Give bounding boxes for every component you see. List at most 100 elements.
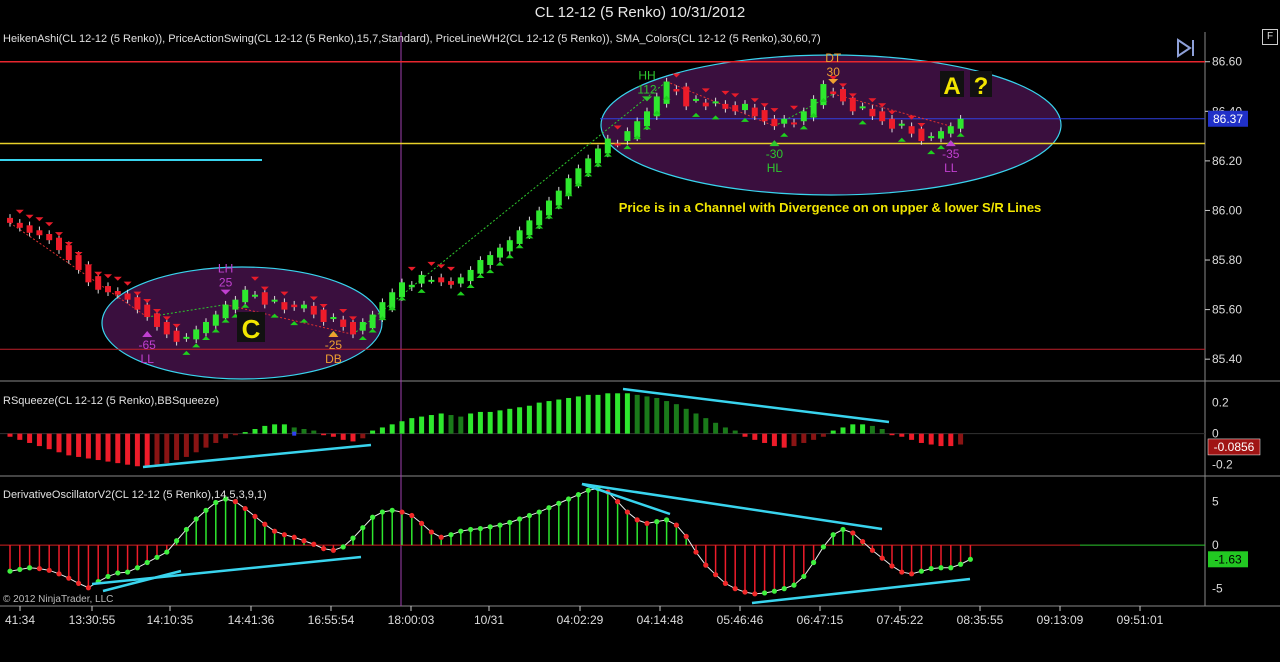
candle[interactable] xyxy=(448,281,454,285)
squeeze-bar[interactable] xyxy=(428,415,434,434)
candle[interactable] xyxy=(428,279,435,282)
candle[interactable] xyxy=(467,269,474,282)
candle[interactable] xyxy=(252,294,258,297)
squeeze-bar[interactable] xyxy=(448,415,454,434)
oscillator-point[interactable] xyxy=(869,547,876,553)
oscillator-point[interactable] xyxy=(918,568,925,574)
candle[interactable] xyxy=(75,255,82,270)
squeeze-bar[interactable] xyxy=(928,433,934,445)
candle[interactable] xyxy=(595,148,601,164)
candle[interactable] xyxy=(163,321,170,335)
squeeze-bar[interactable] xyxy=(66,433,72,456)
oscillator-point[interactable] xyxy=(673,522,680,528)
candle[interactable] xyxy=(301,304,307,309)
squeeze-bar[interactable] xyxy=(918,433,924,443)
oscillator-point[interactable] xyxy=(36,565,43,572)
candle[interactable] xyxy=(918,128,925,142)
squeeze-bar[interactable] xyxy=(860,424,866,434)
oscillator-point[interactable] xyxy=(448,532,454,538)
candle[interactable] xyxy=(379,302,386,319)
candle[interactable] xyxy=(781,118,788,124)
oscillator-point[interactable] xyxy=(820,544,827,550)
oscillator-point[interactable] xyxy=(693,549,699,555)
squeeze-bar[interactable] xyxy=(889,433,895,436)
candle[interactable] xyxy=(320,309,327,322)
squeeze-bar[interactable] xyxy=(909,433,915,440)
oscillator-point[interactable] xyxy=(419,520,425,526)
candle[interactable] xyxy=(742,103,748,111)
candle[interactable] xyxy=(947,126,954,134)
oscillator-point[interactable] xyxy=(389,507,395,513)
candle[interactable] xyxy=(271,299,278,302)
oscillator-point[interactable] xyxy=(517,516,523,522)
candle[interactable] xyxy=(928,136,935,139)
squeeze-bar[interactable] xyxy=(389,424,395,434)
candle[interactable] xyxy=(957,118,964,129)
oscillator-point[interactable] xyxy=(281,532,287,538)
candle[interactable] xyxy=(938,131,944,139)
oscillator-point[interactable] xyxy=(144,559,150,566)
candle[interactable] xyxy=(849,97,856,112)
oscillator-point[interactable] xyxy=(938,565,944,571)
candle[interactable] xyxy=(791,122,797,125)
oscillator-point[interactable] xyxy=(615,499,621,505)
oscillator-point[interactable] xyxy=(164,549,170,555)
squeeze-bar[interactable] xyxy=(820,433,826,437)
squeeze-bar[interactable] xyxy=(722,427,728,434)
candle[interactable] xyxy=(898,123,905,126)
oscillator-point[interactable] xyxy=(17,566,23,573)
oscillator-point[interactable] xyxy=(585,487,591,493)
oscillator-point[interactable] xyxy=(477,525,483,532)
squeeze-bar[interactable] xyxy=(134,433,140,467)
squeeze-bar[interactable] xyxy=(605,393,611,434)
squeeze-bar[interactable] xyxy=(105,433,111,462)
oscillator-point[interactable] xyxy=(301,538,307,544)
squeeze-bar[interactable] xyxy=(223,433,229,439)
squeeze-bar[interactable] xyxy=(232,433,238,436)
oscillator-point[interactable] xyxy=(7,568,13,574)
oscillator-point[interactable] xyxy=(291,534,297,540)
candle[interactable] xyxy=(350,321,356,335)
candle[interactable] xyxy=(134,297,141,310)
candle[interactable] xyxy=(536,210,543,226)
oscillator-point[interactable] xyxy=(27,565,33,571)
squeeze-bar[interactable] xyxy=(311,430,317,434)
squeeze-bar[interactable] xyxy=(321,433,327,436)
candle[interactable] xyxy=(56,237,62,251)
oscillator-point[interactable] xyxy=(487,524,493,530)
oscillator-point[interactable] xyxy=(801,573,807,580)
candle[interactable] xyxy=(477,260,484,274)
squeeze-bar[interactable] xyxy=(17,433,23,440)
oscillator-point[interactable] xyxy=(879,555,885,561)
squeeze-bar[interactable] xyxy=(56,433,62,453)
squeeze-bar[interactable] xyxy=(634,394,640,434)
oscillator-point[interactable] xyxy=(771,588,778,594)
oscillator-point[interactable] xyxy=(134,565,140,571)
candle[interactable] xyxy=(604,138,611,154)
squeeze-bar[interactable] xyxy=(409,418,415,434)
squeeze-bar[interactable] xyxy=(752,433,758,440)
candle[interactable] xyxy=(644,111,650,127)
squeeze-bar[interactable] xyxy=(281,424,287,434)
squeeze-bar[interactable] xyxy=(585,394,591,434)
oscillator-point[interactable] xyxy=(811,559,817,566)
candle[interactable] xyxy=(840,89,846,102)
candle[interactable] xyxy=(555,190,562,206)
oscillator-point[interactable] xyxy=(193,516,199,522)
oscillator-point[interactable] xyxy=(262,521,268,527)
squeeze-bar[interactable] xyxy=(76,433,82,457)
candle[interactable] xyxy=(526,220,533,236)
squeeze-bar[interactable] xyxy=(566,397,572,434)
squeeze-bar[interactable] xyxy=(164,433,170,464)
oscillator-point[interactable] xyxy=(174,538,180,544)
squeeze-bar[interactable] xyxy=(879,429,885,434)
candle[interactable] xyxy=(359,321,366,331)
squeeze-bar[interactable] xyxy=(193,433,199,453)
oscillator-point[interactable] xyxy=(66,575,72,581)
squeeze-bar[interactable] xyxy=(644,396,650,434)
squeeze-bar[interactable] xyxy=(242,432,248,434)
squeeze-bar[interactable] xyxy=(781,433,787,448)
squeeze-bar[interactable] xyxy=(830,430,836,434)
oscillator-point[interactable] xyxy=(722,580,729,586)
squeeze-bar[interactable] xyxy=(85,433,91,459)
